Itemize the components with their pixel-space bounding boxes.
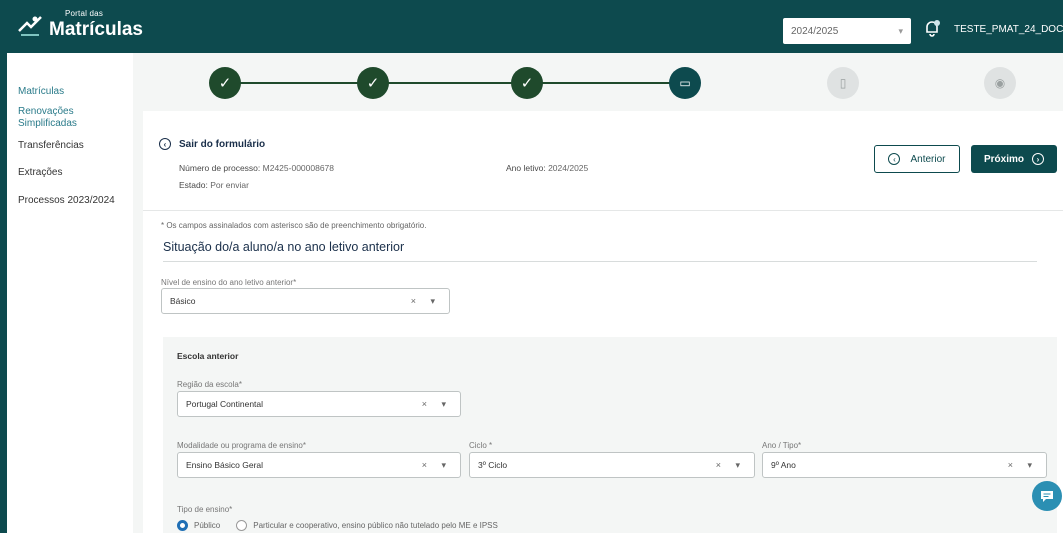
left-edge-bar (0, 0, 7, 533)
clear-and-chevron-icon: × ▾ (421, 398, 452, 409)
process-state: Estado: Por enviar (179, 180, 249, 190)
form-panel: ‹ Sair do formulário Número de processo:… (143, 111, 1063, 533)
modalidade-select[interactable]: Ensino Básico Geral × ▾ (177, 452, 461, 478)
clear-and-chevron-icon: × ▾ (715, 459, 746, 470)
radio-publico-label[interactable]: Público (194, 521, 220, 530)
radio-publico[interactable] (177, 520, 188, 531)
chevron-right-icon: › (1032, 153, 1044, 165)
chat-icon[interactable] (1032, 481, 1062, 511)
ano-label: Ano / Tipo* (762, 441, 802, 450)
sidebar: Matrículas Renovações Simplificadas Tran… (7, 53, 133, 533)
chevron-left-icon: ‹ (888, 153, 901, 165)
sidebar-item-transferencias[interactable]: Transferências (18, 140, 84, 152)
stepper-progress-line (225, 82, 683, 84)
previous-button-label: Anterior (910, 153, 946, 165)
required-fields-note: * Os campos assinalados com asterisco sã… (161, 221, 427, 230)
regiao-value: Portugal Continental (186, 399, 264, 409)
previous-school-card: Escola anterior Região da escola* Portug… (163, 337, 1057, 533)
process-number-label: Número de processo: (179, 163, 261, 173)
nivel-select[interactable]: Básico × ▾ (161, 288, 450, 314)
chevron-down-icon: ▾ (898, 25, 903, 36)
modalidade-label: Modalidade ou programa de ensino* (177, 441, 306, 450)
step-2-check-icon[interactable]: ✓ (357, 67, 389, 99)
logo-text: Portal das Matrículas (49, 9, 143, 40)
logo-icon (18, 15, 42, 36)
exit-form-link[interactable]: ‹ Sair do formulário (159, 138, 265, 150)
next-button[interactable]: Próximo › (971, 145, 1057, 173)
regiao-select[interactable]: Portugal Continental × ▾ (177, 391, 461, 417)
top-bar: Portal das Matrículas 2024/2025 ▾ TESTE_… (7, 0, 1063, 53)
clear-and-chevron-icon: × ▾ (421, 459, 452, 470)
school-year-text: 2024/2025 (548, 163, 589, 173)
regiao-label: Região da escola* (177, 380, 242, 389)
logo[interactable]: Portal das Matrículas (17, 10, 143, 39)
chevron-left-icon: ‹ (159, 138, 171, 150)
process-state-label: Estado: (179, 180, 208, 190)
school-year: Ano letivo: 2024/2025 (506, 163, 588, 173)
process-state-value: Por enviar (210, 180, 249, 190)
radio-particular-label[interactable]: Particular e cooperativo, ensino público… (253, 521, 498, 530)
logo-small-text: Portal das (65, 9, 104, 18)
ano-select[interactable]: 9º Ano × ▾ (762, 452, 1047, 478)
form-stepper: ✓ ✓ ✓ ▭ ▯ ◉ (133, 53, 1063, 111)
next-button-label: Próximo (983, 153, 1024, 165)
previous-button[interactable]: ‹ Anterior (874, 145, 960, 173)
nivel-label: Nível de ensino do ano letivo anterior* (161, 278, 297, 287)
process-number: Número de processo: M2425-000008678 (179, 163, 334, 173)
main-content: ✓ ✓ ✓ ▭ ▯ ◉ ‹ Sair do formulário Número … (133, 53, 1063, 533)
section-title: Situação do/a aluno/a no ano letivo ante… (163, 240, 405, 254)
clear-and-chevron-icon: × ▾ (410, 295, 441, 306)
clear-and-chevron-icon: × ▾ (1007, 459, 1038, 470)
radio-particular[interactable] (236, 520, 248, 531)
school-year-label: Ano letivo: (506, 163, 546, 173)
notifications-icon[interactable] (921, 17, 943, 39)
step-3-check-icon[interactable]: ✓ (511, 67, 543, 99)
modalidade-value: Ensino Básico Geral (186, 460, 264, 470)
step-5-document-icon[interactable]: ▯ (827, 67, 859, 99)
user-name[interactable]: TESTE_PMAT_24_DOC1 (954, 24, 1063, 35)
ciclo-label: Ciclo * (469, 441, 493, 450)
step-4-id-card-icon[interactable]: ▭ (669, 67, 701, 99)
step-1-check-icon[interactable]: ✓ (209, 67, 241, 99)
sidebar-item-matriculas[interactable]: Matrículas (18, 86, 64, 98)
sidebar-item-processos[interactable]: Processos 2023/2024 (18, 195, 115, 207)
previous-school-title: Escola anterior (177, 351, 239, 361)
nivel-value: Básico (170, 296, 196, 306)
sidebar-item-renovacoes[interactable]: Renovações Simplificadas (18, 106, 108, 130)
ano-value: 9º Ano (771, 460, 796, 470)
exit-form-label: Sair do formulário (179, 138, 266, 150)
process-number-value: M2425-000008678 (262, 163, 335, 173)
ciclo-select[interactable]: 3º Ciclo × ▾ (469, 452, 755, 478)
step-6-eye-icon[interactable]: ◉ (984, 67, 1016, 99)
school-year-select[interactable]: 2024/2025 ▾ (783, 18, 911, 44)
tipo-label: Tipo de ensino* (177, 505, 233, 514)
ciclo-value: 3º Ciclo (478, 460, 508, 470)
school-year-value: 2024/2025 (791, 25, 839, 37)
tipo-radio-group: Público Particular e cooperativo, ensino… (177, 520, 498, 531)
section-divider (163, 261, 1037, 262)
sidebar-item-extracoes[interactable]: Extrações (18, 167, 62, 179)
logo-title: Matrículas (49, 19, 143, 40)
form-header: ‹ Sair do formulário Número de processo:… (143, 111, 1063, 211)
